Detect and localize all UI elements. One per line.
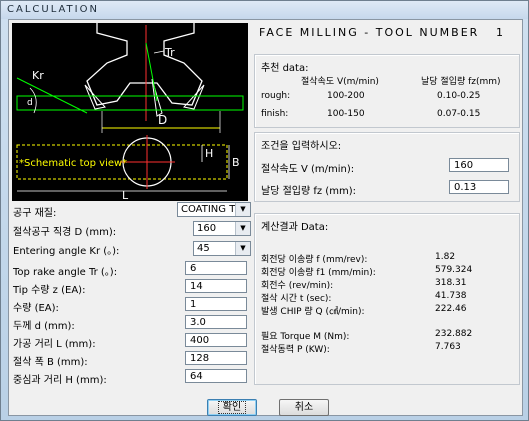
entering-angle-value: 45 xyxy=(197,243,210,254)
chevron-down-icon[interactable]: ▼ xyxy=(235,203,250,216)
schematic-label-kr: Kr xyxy=(32,69,44,82)
recommended-row-name: rough: xyxy=(261,91,291,101)
tool-number: 1 xyxy=(496,26,503,39)
result-value: 579.324 xyxy=(435,265,473,275)
result-label: 발생 CHIP 량 Q (㎤/min): xyxy=(261,307,365,317)
result-value: 232.882 xyxy=(435,329,473,339)
quantity-label: 수량 (EA): xyxy=(13,303,59,314)
diameter-label: 절삭공구 직경 D (mm): xyxy=(13,227,117,238)
length-label: 가공 거리 L (mm): xyxy=(13,339,96,350)
conditions-title: 조건을 입력하시오: xyxy=(261,141,342,152)
width-label: 절삭 폭 B (mm): xyxy=(13,357,88,368)
result-value: 41.738 xyxy=(435,291,467,301)
dialog-body: Tr Kr d D H B *Schematic top view* L 공구 … xyxy=(8,19,523,416)
chevron-down-icon[interactable]: ▼ xyxy=(235,242,250,255)
top-rake-label: Top rake angle Tr (。): xyxy=(13,267,118,278)
feed-label: 날당 절입량 fz (mm): xyxy=(261,186,356,197)
recommended-row-speed: 100-200 xyxy=(327,91,365,101)
tool-body xyxy=(86,23,203,106)
feed-input[interactable]: 0.13 xyxy=(449,180,509,194)
result-label: 회전당 이송량 f (mm/rev): xyxy=(261,255,368,265)
result-label: 회전수 (rev/min): xyxy=(261,281,334,291)
tip-count-input[interactable]: 14 xyxy=(185,279,247,293)
recommended-col-feed: 날당 절입량 fz(mm) xyxy=(421,77,501,87)
result-label: 회전당 이송량 f1 (mm/min): xyxy=(261,268,376,278)
schematic-label-B: B xyxy=(232,156,240,169)
width-input[interactable]: 128 xyxy=(185,351,247,365)
tool-material-select[interactable]: COATING TI ▼ xyxy=(177,202,251,217)
results-title: 계산결과 Data: xyxy=(261,222,329,233)
conditions-panel: 조건을 입력하시오: 절삭속도 V (m/min): 160 날당 절입량 fz… xyxy=(254,132,520,202)
schematic-label-d-small: d xyxy=(27,98,33,108)
schematic-figure: Tr Kr d D H B *Schematic top view* L xyxy=(12,23,248,201)
result-value: 222.46 xyxy=(435,304,467,314)
result-label: 필요 Torque M (Nm): xyxy=(261,332,350,342)
results-panel: 계산결과 Data: 회전당 이송량 f (mm/rev): 1.82 회전당 … xyxy=(254,213,520,385)
diameter-value: 160 xyxy=(197,223,217,234)
recommended-row-feed: 0.10-0.25 xyxy=(437,91,481,101)
center-dist-input[interactable]: 64 xyxy=(185,369,247,383)
rake-line xyxy=(145,42,158,102)
recommended-row-name: finish: xyxy=(261,109,289,119)
schematic-drawing: Tr Kr d D H B *Schematic top view* L xyxy=(16,23,244,201)
result-label: 절삭 시간 t (sec): xyxy=(261,294,332,304)
calculation-window: CALCULATION Tr Kr d D H B *Schematic top… xyxy=(0,0,529,421)
tool-material-label: 공구 재질: xyxy=(13,208,57,219)
ok-button-label: 확인 xyxy=(217,401,247,414)
diameter-select[interactable]: 160 ▼ xyxy=(193,221,251,236)
schematic-label-tr: Tr xyxy=(164,46,175,59)
schematic-caption: *Schematic top view* xyxy=(19,158,127,169)
top-rake-input[interactable]: 6 xyxy=(185,261,247,275)
window-title: CALCULATION xyxy=(7,4,99,15)
speed-label: 절삭속도 V (m/min): xyxy=(261,164,355,175)
thickness-input[interactable]: 3.0 xyxy=(185,315,247,329)
result-label: 절삭동력 P (KW): xyxy=(261,345,330,355)
recommended-row-speed: 100-150 xyxy=(327,109,365,119)
schematic-label-H: H xyxy=(205,147,213,160)
result-value: 7.763 xyxy=(435,342,461,352)
length-input[interactable]: 400 xyxy=(185,333,247,347)
cancel-button[interactable]: 취소 xyxy=(279,399,329,416)
tr-leader xyxy=(153,50,165,54)
recommended-title: 추천 data: xyxy=(261,63,309,74)
insert-left xyxy=(84,84,106,110)
insert-right xyxy=(183,84,205,110)
thickness-label: 두께 d (mm): xyxy=(13,321,75,332)
tool-material-value: COATING TI xyxy=(181,204,239,215)
center-dist-label: 중심과 거리 H (mm): xyxy=(13,375,107,386)
cancel-button-label: 취소 xyxy=(294,402,314,413)
page-title: FACE MILLING - TOOL NUMBER xyxy=(259,26,480,39)
workpiece-side xyxy=(16,95,244,111)
chevron-down-icon[interactable]: ▼ xyxy=(235,222,250,235)
entering-angle-label: Entering angle Kr (。): xyxy=(13,246,120,257)
entering-angle-select[interactable]: 45 ▼ xyxy=(193,241,251,256)
schematic-label-D: D xyxy=(158,113,167,127)
speed-input[interactable]: 160 xyxy=(449,158,509,172)
ok-button[interactable]: 확인 xyxy=(207,399,257,416)
tip-count-label: Tip 수량 z (EA): xyxy=(13,285,86,296)
recommended-panel: 추천 data: 절삭속도 V(m/min) 날당 절입량 fz(mm) rou… xyxy=(254,54,520,128)
schematic-label-L: L xyxy=(122,189,129,201)
result-value: 1.82 xyxy=(435,252,456,262)
quantity-input[interactable]: 1 xyxy=(185,297,247,311)
recommended-col-speed: 절삭속도 V(m/min) xyxy=(301,77,379,87)
recommended-row-feed: 0.07-0.15 xyxy=(437,109,481,119)
title-bar[interactable]: CALCULATION xyxy=(1,1,528,19)
result-value: 318.31 xyxy=(435,278,467,288)
